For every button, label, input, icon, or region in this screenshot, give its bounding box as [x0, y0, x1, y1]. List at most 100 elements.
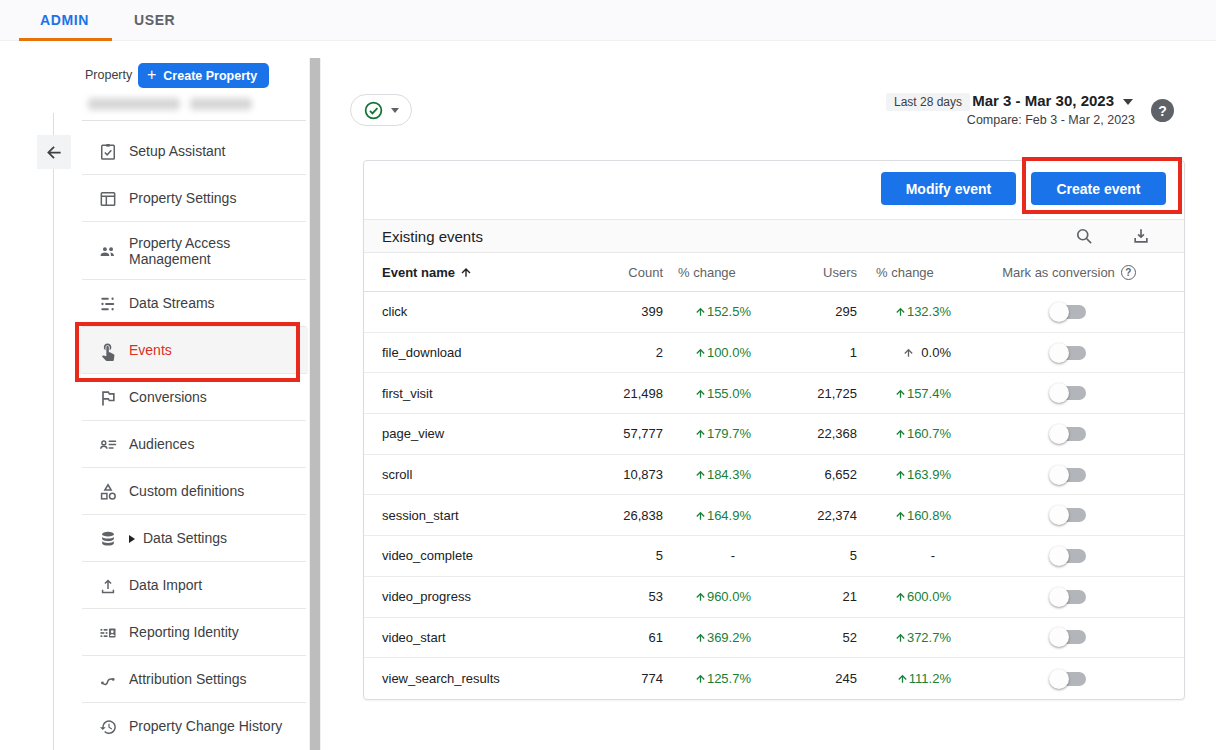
users-cell: 22,374 [754, 508, 864, 523]
count-cell: 2 [544, 345, 664, 360]
percent-change-cell: 152.5% [664, 304, 754, 319]
sidebar-item-label: Property Change History [129, 718, 282, 734]
count-cell: 774 [544, 671, 664, 686]
sidebar-item-audiences[interactable]: Audiences [75, 421, 308, 468]
create-event-button[interactable]: Create event [1031, 172, 1166, 205]
percent-change-cell: 100.0% [664, 345, 754, 360]
sidebar-item-data-import[interactable]: Data Import [75, 562, 308, 609]
event-name-cell: view_search_results [364, 671, 544, 686]
event-row-video-start: video_start61369.2%52372.7% [364, 618, 1184, 659]
sidebar-item-label: Events [129, 342, 172, 358]
conversion-toggle[interactable] [1052, 590, 1086, 604]
percent-change-value: 111.2% [909, 671, 951, 686]
search-icon[interactable] [1074, 226, 1094, 246]
column-header-users: Users [754, 265, 864, 280]
back-button[interactable] [37, 135, 71, 169]
help-circle-icon[interactable]: ? [1121, 265, 1136, 280]
event-name-cell: session_start [364, 508, 544, 523]
percent-change-cell: 155.0% [664, 386, 754, 401]
users-cell: 5 [754, 548, 864, 563]
users-cell: 295 [754, 304, 864, 319]
conversion-toggle[interactable] [1052, 346, 1086, 360]
download-icon[interactable] [1131, 226, 1151, 246]
sidebar-item-property-change-history[interactable]: Property Change History [75, 703, 308, 750]
column-header-event-name[interactable]: Event name [364, 265, 544, 280]
up-arrow-icon [894, 509, 907, 522]
sidebar-item-events[interactable]: Events [75, 327, 308, 374]
table-title-bar: Existing events [364, 219, 1184, 253]
create-property-button[interactable]: + Create Property [138, 63, 269, 88]
up-arrow-icon [694, 590, 707, 603]
users-cell: 245 [754, 671, 864, 686]
compare-date-range: Compare: Feb 3 - Mar 2, 2023 [967, 113, 1135, 127]
event-row-click: click399152.5%295132.3% [364, 292, 1184, 333]
toggle-knob [1049, 302, 1069, 322]
up-arrow-icon [694, 631, 707, 644]
percent-change-value: 163.9% [907, 467, 951, 482]
count-cell: 10,873 [544, 467, 664, 482]
event-row-video-progress: video_progress53960.0%21600.0% [364, 577, 1184, 618]
count-cell: 26,838 [544, 508, 664, 523]
help-button[interactable]: ? [1151, 99, 1174, 122]
up-arrow-icon [894, 468, 907, 481]
conversion-toggle[interactable] [1052, 549, 1086, 563]
event-name-cell: video_complete [364, 548, 544, 563]
column-header-label: Count [628, 265, 663, 280]
sidebar-scrollbar[interactable] [309, 58, 321, 750]
conversion-toggle[interactable] [1052, 305, 1086, 319]
event-row-scroll: scroll10,873184.3%6,652163.9% [364, 455, 1184, 496]
conversion-toggle[interactable] [1052, 672, 1086, 686]
sidebar-item-label: Property Settings [129, 190, 236, 206]
conversion-toggle[interactable] [1052, 427, 1086, 441]
scrollbar-thumb[interactable] [310, 58, 320, 750]
data-streams-icon [98, 294, 118, 314]
percent-change-cell: 960.0% [664, 589, 754, 604]
modify-event-button[interactable]: Modify event [881, 172, 1016, 205]
caret-down-icon [1123, 99, 1133, 105]
sidebar-item-custom-definitions[interactable]: Custom definitions [75, 468, 308, 515]
column-header--change: % change [664, 265, 754, 280]
percent-change-value: 372.7% [907, 630, 951, 645]
event-name-cell: first_visit [364, 386, 544, 401]
no-change-dash: - [931, 548, 951, 563]
toggle-knob [1049, 383, 1069, 403]
conversion-cell [954, 468, 1184, 482]
sidebar-item-label: Conversions [129, 389, 207, 405]
percent-change-cell: 160.7% [864, 426, 954, 441]
conversion-toggle[interactable] [1052, 386, 1086, 400]
sidebar-item-attribution-settings[interactable]: Attribution Settings [75, 656, 308, 703]
property-settings-icon [98, 189, 118, 209]
date-range-selector[interactable]: Mar 3 - Mar 30, 2023 [972, 92, 1133, 109]
percent-change-cell: 164.9% [664, 508, 754, 523]
conversion-toggle[interactable] [1052, 468, 1086, 482]
event-row-session-start: session_start26,838164.9%22,374160.8% [364, 495, 1184, 536]
audiences-icon [98, 435, 118, 455]
up-arrow-icon [694, 509, 707, 522]
conversion-cell [954, 549, 1184, 563]
sidebar-item-data-streams[interactable]: Data Streams [75, 280, 308, 327]
column-header-mark-as-conversion: Mark as conversion? [954, 265, 1184, 280]
toggle-knob [1049, 669, 1069, 689]
sidebar-item-reporting-identity[interactable]: Reporting Identity [75, 609, 308, 656]
sidebar-item-setup-assistant[interactable]: Setup Assistant [75, 128, 308, 175]
users-cell: 21 [754, 589, 864, 604]
sidebar-item-label: Reporting Identity [129, 624, 239, 640]
property-name-redacted [88, 98, 180, 110]
percent-change-value: 155.0% [707, 386, 751, 401]
conversion-toggle[interactable] [1052, 630, 1086, 644]
sidebar-item-property-access-management[interactable]: Property Access Management [75, 222, 308, 280]
people-icon [98, 241, 118, 261]
tab-user[interactable]: USER [134, 12, 175, 28]
data-quality-pill[interactable] [350, 94, 412, 126]
event-name-cell: page_view [364, 426, 544, 441]
conversion-toggle[interactable] [1052, 508, 1086, 522]
percent-change-cell: - [664, 548, 754, 563]
setup-assistant-icon [98, 142, 118, 162]
percent-change-value: 100.0% [707, 345, 751, 360]
event-name-cell: click [364, 304, 544, 319]
tab-admin[interactable]: ADMIN [40, 12, 89, 28]
conversion-cell [954, 672, 1184, 686]
sidebar-item-conversions[interactable]: Conversions [75, 374, 308, 421]
sidebar-item-data-settings[interactable]: Data Settings [75, 515, 308, 562]
sidebar-item-property-settings[interactable]: Property Settings [75, 175, 308, 222]
